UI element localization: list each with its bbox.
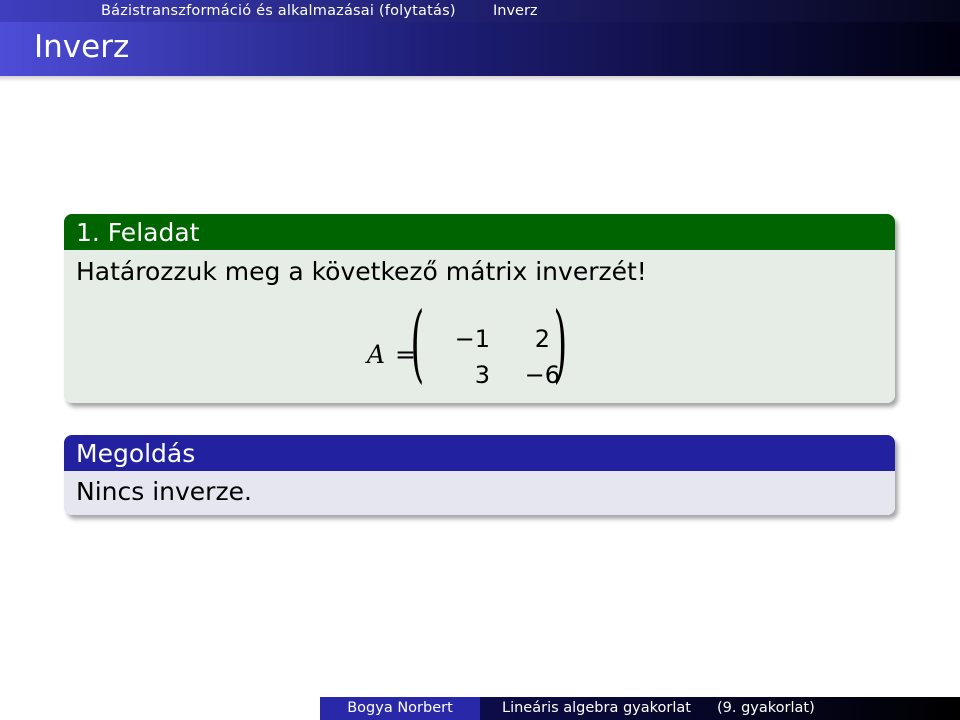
solution-block: Megoldás Nincs inverze. xyxy=(64,435,895,515)
section-navigation-bar: Bázistranszformáció és alkalmazásai (fol… xyxy=(0,0,960,22)
matrix-cell: −6 xyxy=(524,361,560,389)
footer-author: Bogya Norbert xyxy=(320,697,480,720)
matrix-label: A xyxy=(367,340,386,369)
left-parenthesis: ( xyxy=(410,294,425,392)
matrix-cell: 2 xyxy=(534,325,550,353)
footer-title-bar: Lineáris algebra gyakorlat (9. gyakorlat… xyxy=(480,697,960,720)
solution-text: Nincs inverze. xyxy=(76,477,252,506)
section-link[interactable]: Bázistranszformáció és alkalmazásai (fol… xyxy=(101,3,456,19)
frame-title-bar: Inverz xyxy=(0,22,960,76)
title-shadow xyxy=(0,76,960,82)
solution-title: Megoldás xyxy=(64,435,895,471)
matrix-equation: A = ( ) −1 2 3 −6 xyxy=(64,214,895,403)
footer-course: Lineáris algebra gyakorlat xyxy=(502,700,691,716)
matrix-cell: −1 xyxy=(454,325,490,353)
frame-title: Inverz xyxy=(34,29,130,65)
solution-body: Nincs inverze. xyxy=(64,471,895,515)
subsection-link[interactable]: Inverz xyxy=(493,3,538,19)
footer-session: (9. gyakorlat) xyxy=(717,700,815,716)
matrix-cell: 3 xyxy=(474,361,490,389)
